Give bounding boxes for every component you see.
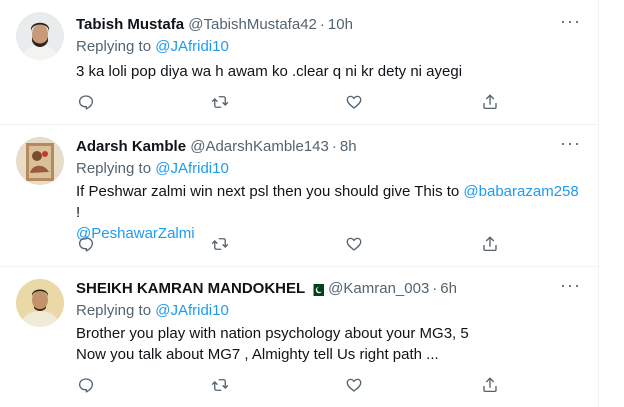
display-name[interactable]: Adarsh Kamble [76, 138, 186, 155]
tweet-body: 3 ka loli pop diya wa h awam ko .clear q… [76, 63, 463, 80]
tweet-card[interactable]: SHEIKH KAMRAN MANDOKHEL @Kamran_003 · 6h ··… [0, 267, 598, 407]
share-icon[interactable] [476, 230, 504, 258]
tweet-header: Adarsh Kamble @AdarshKamble143 · 8h [76, 137, 357, 157]
replying-to-link[interactable]: @JAfridi10 [155, 160, 229, 177]
replying-to-link[interactable]: @JAfridi10 [155, 302, 229, 319]
tweet-card[interactable]: Adarsh Kamble @AdarshKamble143 · 8h ··· Re… [0, 125, 598, 267]
reply-feed: Tabish Mustafa @TabishMustafa42 · 10h ··· … [0, 0, 599, 407]
separator-dot: · [319, 16, 325, 33]
separator-dot: · [432, 280, 438, 297]
tweet-body-line-1: Brother you play with nation psychology … [76, 325, 469, 342]
retweet-icon[interactable] [206, 230, 234, 258]
share-icon[interactable] [476, 88, 504, 116]
action-bar [68, 371, 500, 399]
action-bar [68, 88, 500, 116]
tweet-body: If Peshwar zalmi win next psl then you s… [76, 183, 464, 200]
replying-to: Replying to @JAfridi10 [76, 159, 229, 179]
tweet-body-line-2: Now you talk about MG7 , Almighty tell U… [76, 346, 439, 363]
like-icon[interactable] [340, 371, 368, 399]
share-icon[interactable] [476, 371, 504, 399]
replying-to: Replying to @JAfridi10 [76, 37, 229, 57]
tweet-card[interactable]: Tabish Mustafa @TabishMustafa42 · 10h ··· … [0, 0, 598, 125]
reply-icon[interactable] [72, 88, 100, 116]
like-icon[interactable] [340, 88, 368, 116]
handle[interactable]: @AdarshKamble143 [190, 138, 329, 155]
reply-icon[interactable] [72, 371, 100, 399]
avatar[interactable] [16, 12, 64, 60]
like-icon[interactable] [340, 230, 368, 258]
tweet-body-end: ! [76, 204, 81, 221]
more-icon[interactable]: ··· [560, 134, 580, 156]
more-icon[interactable]: ··· [560, 12, 580, 34]
more-icon[interactable]: ··· [560, 276, 580, 298]
retweet-icon[interactable] [206, 88, 234, 116]
tweet-header: SHEIKH KAMRAN MANDOKHEL @Kamran_003 · 6h [76, 279, 457, 299]
tweet-text: Brother you play with nation psychology … [76, 323, 586, 365]
display-name[interactable]: SHEIKH KAMRAN MANDOKHEL [76, 280, 305, 297]
separator-dot: · [331, 138, 337, 155]
tweet-text: 3 ka loli pop diya wa h awam ko .clear q… [76, 61, 586, 82]
tweet-header: Tabish Mustafa @TabishMustafa42 · 10h [76, 15, 353, 35]
timestamp[interactable]: 6h [440, 280, 457, 297]
replying-to-label: Replying to [76, 38, 156, 55]
avatar[interactable] [16, 279, 64, 327]
replying-to-link[interactable]: @JAfridi10 [155, 38, 229, 55]
replying-to: Replying to @JAfridi10 [76, 301, 229, 321]
mention-link[interactable]: @babarazam258 [463, 183, 578, 200]
retweet-icon[interactable] [206, 371, 234, 399]
pakistan-flag-icon [310, 282, 325, 302]
reply-icon[interactable] [72, 230, 100, 258]
replying-to-label: Replying to [76, 302, 156, 319]
avatar[interactable] [16, 137, 64, 185]
display-name[interactable]: Tabish Mustafa [76, 16, 184, 33]
replying-to-label: Replying to [76, 160, 156, 177]
handle[interactable]: @TabishMustafa42 [188, 16, 317, 33]
timestamp[interactable]: 8h [340, 138, 357, 155]
handle[interactable]: @Kamran_003 [328, 280, 429, 297]
timestamp[interactable]: 10h [328, 16, 353, 33]
action-bar [68, 230, 500, 258]
